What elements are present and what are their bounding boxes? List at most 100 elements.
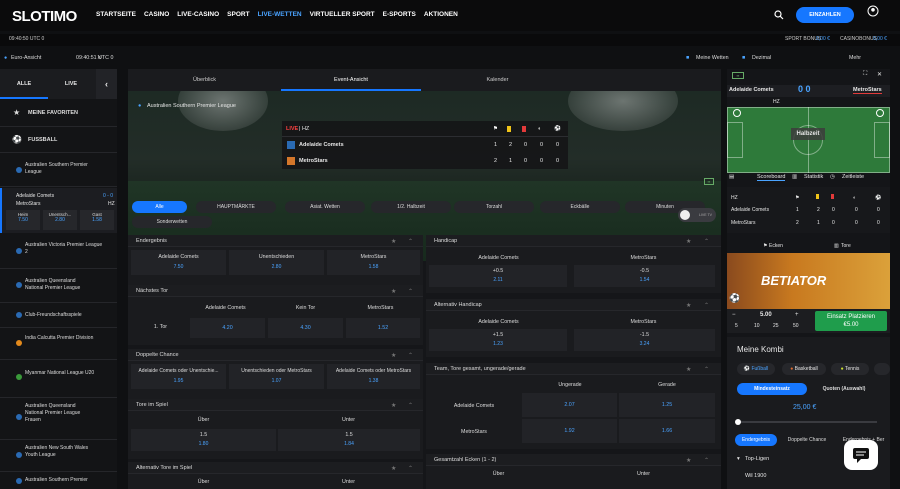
odds-home-button[interactable]: Heim 7.50 <box>6 210 40 230</box>
chevron-up-icon[interactable]: ⌃ <box>704 457 709 464</box>
chevron-up-icon[interactable]: ⌃ <box>704 302 709 309</box>
plus-icon[interactable]: + <box>795 312 799 318</box>
chevron-up-icon[interactable]: ⌃ <box>704 366 709 373</box>
league-item[interactable]: Australien New South Wales Youth League <box>0 440 117 472</box>
filter-alle[interactable]: Alle <box>132 201 187 213</box>
tab-live[interactable]: LIVE <box>48 69 94 99</box>
league-item[interactable]: India Calcutta Premier Division <box>0 328 117 360</box>
sport-chip-tennis[interactable]: ● Tennis <box>831 363 869 375</box>
odds-draw-button[interactable]: Unentsch... 2.80 <box>43 210 77 230</box>
market-title[interactable]: Alternativ Handicap <box>426 299 721 311</box>
star-icon[interactable]: ★ <box>391 402 396 409</box>
odds-button[interactable]: +0.5 2.11 <box>429 265 567 287</box>
market-title[interactable]: Doppelte Chance <box>128 349 423 361</box>
filter-torzahl[interactable]: Torzahl <box>454 201 534 213</box>
league-item[interactable]: Australien Victoria Premier League 2 <box>0 235 117 269</box>
chevron-up-icon[interactable]: ⌃ <box>408 288 413 295</box>
star-icon[interactable]: ★ <box>391 238 396 245</box>
nav-e-sports[interactable]: E-SPORTS <box>383 11 416 18</box>
cat-endergebnis[interactable]: Endergebnis <box>735 434 777 446</box>
odds-button[interactable]: Adelaide Comets oder Unentschie... 1.95 <box>131 364 226 389</box>
more-menu[interactable]: Mehr <box>849 55 861 61</box>
star-icon[interactable]: ★ <box>391 465 396 472</box>
user-icon[interactable] <box>867 5 879 17</box>
star-icon[interactable]: ★ <box>391 288 396 295</box>
close-icon[interactable]: ✕ <box>97 55 101 61</box>
tab-kalender[interactable]: Kalender <box>421 69 574 91</box>
odds-button[interactable]: 1.5 1.80 <box>131 429 276 451</box>
my-bets-link[interactable]: Meine Wetten <box>696 55 729 61</box>
sport-chip-football[interactable]: ⚽ Fußball <box>737 363 775 375</box>
sport-chip-basketball[interactable]: ● Basketball <box>782 363 826 375</box>
odds-button[interactable]: 1.52 <box>346 318 420 338</box>
filter-eckbaelle[interactable]: Eckbälle <box>540 201 620 213</box>
odds-button[interactable]: MetroStars 1.58 <box>327 250 420 275</box>
odds-format-select[interactable]: Dezimal <box>752 55 771 61</box>
odds-button[interactable]: 1.92 <box>522 419 617 443</box>
odds-button[interactable]: Adelaide Comets 7.50 <box>131 250 226 275</box>
market-title[interactable]: Gesamtzahl Ecken (1 - 2) <box>426 454 721 466</box>
odds-button[interactable]: -0.5 1.54 <box>574 265 715 287</box>
live-match-card[interactable]: Adelaide Comets MetroStars 0 - 0 HZ Heim… <box>0 188 117 233</box>
nav-startseite[interactable]: STARTSEITE <box>96 11 136 18</box>
market-title[interactable]: Endergebnis <box>128 235 423 247</box>
league-item[interactable]: Australien Southern Premier League <box>0 155 117 187</box>
league-item[interactable]: Australien Queensland National Premier L… <box>0 269 117 303</box>
league-item[interactable]: Australien Queensland National Premier L… <box>0 398 117 440</box>
odds-button[interactable]: 1.25 <box>619 393 715 417</box>
sidebar-football[interactable]: ⚽ FUSSBALL <box>0 127 117 153</box>
star-icon[interactable]: ★ <box>686 366 691 373</box>
nav-virtueller-sport[interactable]: VIRTUELLER SPORT <box>310 11 375 18</box>
match-row-label[interactable]: Wil 1900 <box>745 473 766 479</box>
minus-icon[interactable]: − <box>732 312 736 318</box>
odds-button[interactable]: 4.20 <box>190 318 265 338</box>
nav-casino[interactable]: CASINO <box>144 11 169 18</box>
chevron-up-icon[interactable]: ⌃ <box>704 238 709 245</box>
odds-button[interactable]: 2.07 <box>522 393 617 417</box>
odds-selection-tab[interactable]: Quoten (Auswahl) <box>809 383 879 395</box>
chevron-left-icon[interactable]: ‹ <box>96 69 117 99</box>
nav-live-casino[interactable]: LIVE-CASINO <box>177 11 219 18</box>
stake-chip[interactable]: 10 <box>754 323 760 329</box>
chat-button[interactable] <box>844 440 878 470</box>
star-icon[interactable]: ★ <box>686 457 691 464</box>
close-icon[interactable]: ✕ <box>877 71 882 78</box>
pitch-view-icon[interactable]: ▪▪ <box>732 72 744 79</box>
star-icon[interactable]: ★ <box>686 238 691 245</box>
chevron-up-icon[interactable]: ⌃ <box>408 352 413 359</box>
top-leagues-label[interactable]: Top-Ligen <box>745 456 769 462</box>
chevron-up-icon[interactable]: ⌃ <box>408 238 413 245</box>
nav-live-wetten[interactable]: LIVE-WETTEN <box>258 11 302 18</box>
search-icon[interactable] <box>774 10 784 20</box>
expand-icon[interactable]: ⛶ <box>863 71 867 78</box>
brand-logo[interactable]: SLOTIMO <box>12 8 77 25</box>
odds-button[interactable]: Unentschieden 2.80 <box>229 250 324 275</box>
tab-scoreboard[interactable]: Scoreboard <box>757 174 786 181</box>
nav-sport[interactable]: SPORT <box>227 11 249 18</box>
market-title[interactable]: Team, Tore gesamt, ungerade/gerade <box>426 363 721 375</box>
tab-ueberblick[interactable]: Überblick <box>128 69 281 91</box>
place-bet-button[interactable]: Einsatz Platzieren €5.00 <box>815 311 887 331</box>
market-title[interactable]: Alternativ Tore im Spiel <box>128 462 423 474</box>
view-select[interactable]: Euro-Ansicht <box>11 55 41 61</box>
nav-aktionen[interactable]: AKTIONEN <box>424 11 458 18</box>
ad-banner[interactable]: BETIATOR ⚽ <box>727 253 890 309</box>
amount-slider-track[interactable] <box>735 419 877 425</box>
more-sports-chip[interactable] <box>874 363 890 375</box>
filter-asiat-wetten[interactable]: Asiat. Wetten <box>285 201 365 213</box>
sidebar-favorites[interactable]: ★ MEINE FAVORITEN <box>0 99 117 127</box>
stake-chip[interactable]: 25 <box>773 323 779 329</box>
tab-alle[interactable]: ALLE <box>0 69 48 99</box>
filter-sonderwetten[interactable]: Sonderwetten <box>132 216 212 228</box>
market-title[interactable]: Handicap <box>426 235 721 247</box>
deposit-button[interactable]: EINZAHLEN <box>796 7 854 23</box>
league-item[interactable]: Myanmar National League U20 <box>0 360 117 398</box>
tab-statistik[interactable]: Statistik <box>804 174 823 180</box>
stake-chip[interactable]: 5 <box>735 323 738 329</box>
stake-value[interactable]: 5.00 <box>760 312 772 318</box>
market-title[interactable]: Nächstes Tor <box>128 285 423 297</box>
odds-button[interactable]: Adelaide Comets oder MetroStars 1.38 <box>327 364 420 389</box>
league-item[interactable]: Club-Freundschaftsspiele <box>0 303 117 328</box>
odds-button[interactable]: 1.66 <box>619 419 715 443</box>
odds-button[interactable]: Unentschieden oder MetroStars 1.07 <box>229 364 324 389</box>
